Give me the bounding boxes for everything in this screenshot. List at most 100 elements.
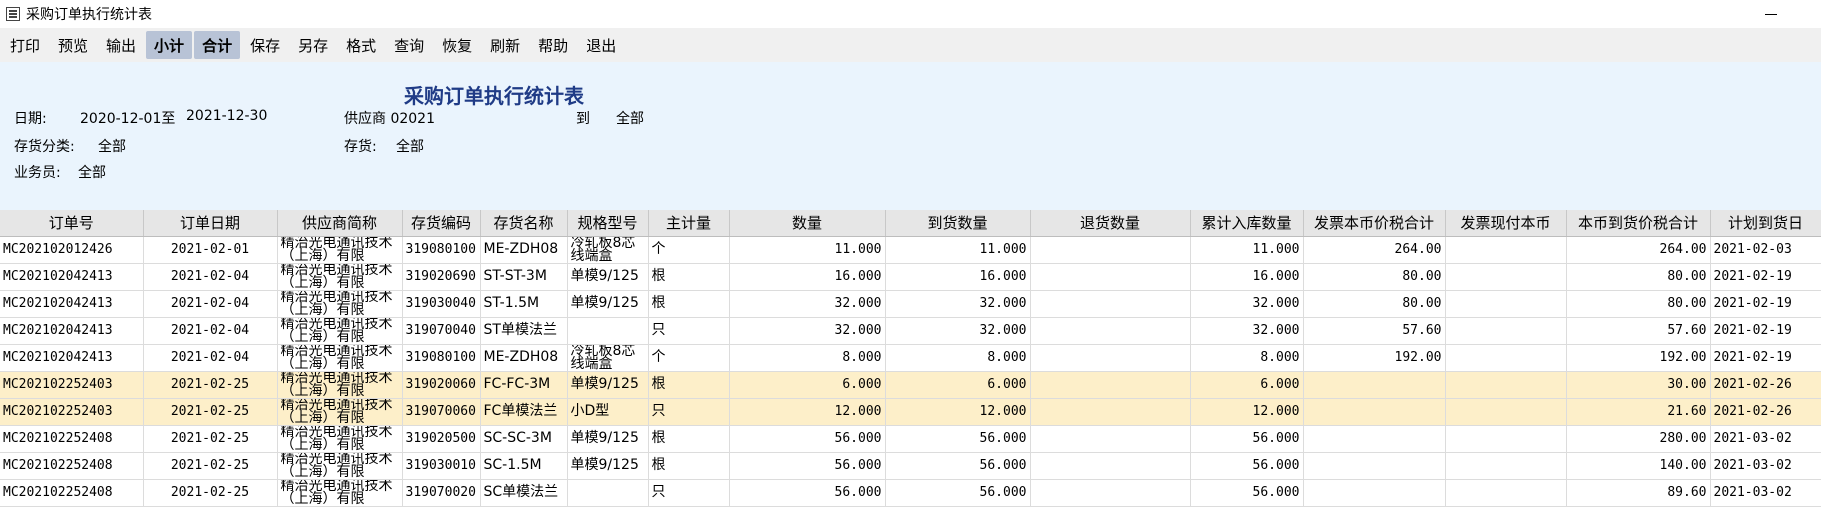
- cell-order-date: 2021-02-25: [143, 425, 278, 453]
- cell-quantity: 6.000: [729, 371, 886, 399]
- table-row[interactable]: MC202102042413 2021-02-04 精治光电通讯技术（上海）有限 31…: [0, 290, 1821, 318]
- minimize-button[interactable]: [1759, 4, 1783, 24]
- help-button[interactable]: 帮助: [530, 31, 576, 59]
- column-header-returned-qty[interactable]: 退货数量: [1030, 210, 1191, 237]
- cell-quantity: 8.000: [729, 344, 886, 372]
- table-row[interactable]: MC202102252408 2021-02-25 精治光电通讯技术（上海）有限 31…: [0, 479, 1821, 507]
- category-value: 全部: [98, 139, 126, 155]
- cell-spec: 小D型: [567, 398, 649, 426]
- report-icon: [6, 7, 20, 21]
- cell-returned-qty: [1030, 425, 1191, 453]
- column-header-cumulative-in-qty[interactable]: 累计入库数量: [1190, 210, 1304, 237]
- subtotal-button[interactable]: 小计: [146, 31, 193, 59]
- table-row[interactable]: MC202102252408 2021-02-25 精治光电通讯技术（上海）有限 31…: [0, 425, 1821, 453]
- cell-planned-date: 2021-02-26: [1710, 398, 1821, 426]
- table-row[interactable]: MC202102042413 2021-02-04 精治光电通讯技术（上海）有限 31…: [0, 317, 1821, 345]
- to-label: 到: [576, 111, 590, 127]
- column-header-inventory-name[interactable]: 存货名称: [480, 210, 568, 237]
- column-header-unit[interactable]: 主计量: [648, 210, 730, 237]
- cell-cumulative-in-qty: 8.000: [1190, 344, 1304, 372]
- toolbar: 打印 预览 输出 小计 合计 保存 另存 格式 查询 恢复 刷新 帮助 退出: [0, 28, 1821, 62]
- cell-inventory-code: 319070040: [402, 317, 481, 345]
- cell-order-date: 2021-02-04: [143, 344, 278, 372]
- cell-spec: 单模9/125: [567, 263, 649, 291]
- cell-supplier: 精治光电通讯技术（上海）有限: [277, 452, 403, 480]
- cell-quantity: 11.000: [729, 236, 886, 264]
- cell-supplier: 精治光电通讯技术（上海）有限: [277, 425, 403, 453]
- restore-button[interactable]: 恢复: [434, 31, 480, 59]
- total-button[interactable]: 合计: [194, 31, 241, 59]
- cell-arrived-qty: 32.000: [885, 317, 1031, 345]
- cell-unit: 只: [648, 398, 730, 426]
- exit-button[interactable]: 退出: [578, 31, 624, 59]
- export-button[interactable]: 输出: [98, 31, 144, 59]
- column-header-supplier[interactable]: 供应商简称: [277, 210, 403, 237]
- column-header-arrived-qty[interactable]: 到货数量: [885, 210, 1031, 237]
- cell-quantity: 56.000: [729, 425, 886, 453]
- cell-arrival-total: 89.60: [1566, 479, 1711, 507]
- cell-inventory-name: ST-1.5M: [480, 290, 568, 318]
- cell-invoice-cash: [1445, 425, 1567, 453]
- cell-arrived-qty: 8.000: [885, 344, 1031, 372]
- save-as-button[interactable]: 另存: [290, 31, 336, 59]
- column-header-arrival-total[interactable]: 本币到货价税合计: [1566, 210, 1711, 237]
- cell-spec: 单模9/125: [567, 425, 649, 453]
- date-to: 2021-12-30: [186, 108, 268, 124]
- cell-arrived-qty: 32.000: [885, 290, 1031, 318]
- cell-inventory-code: 319080100: [402, 344, 481, 372]
- cell-invoice-total: 80.00: [1303, 263, 1446, 291]
- cell-returned-qty: [1030, 236, 1191, 264]
- cell-arrival-total: 280.00: [1566, 425, 1711, 453]
- cell-unit: 根: [648, 371, 730, 399]
- cell-arrived-qty: 56.000: [885, 425, 1031, 453]
- cell-inventory-code: 319020690: [402, 263, 481, 291]
- cell-invoice-total: [1303, 479, 1446, 507]
- column-header-quantity[interactable]: 数量: [729, 210, 886, 237]
- table-row[interactable]: MC202102042413 2021-02-04 精治光电通讯技术（上海）有限 31…: [0, 344, 1821, 372]
- cell-invoice-cash: [1445, 263, 1567, 291]
- table-row[interactable]: MC202102252403 2021-02-25 精治光电通讯技术（上海）有限 31…: [0, 371, 1821, 399]
- table-row[interactable]: MC202102252403 2021-02-25 精治光电通讯技术（上海）有限 31…: [0, 398, 1821, 426]
- cell-order-no: MC202102252408: [0, 479, 144, 507]
- report-title: 采购订单执行统计表: [404, 84, 584, 108]
- cell-quantity: 16.000: [729, 263, 886, 291]
- cell-unit: 根: [648, 263, 730, 291]
- cell-supplier: 精治光电通讯技术（上海）有限: [277, 263, 403, 291]
- table-header-row: 订单号 订单日期 供应商简称 存货编码 存货名称 规格型号 主计量 数量 到货数量 退货数量 累计入…: [0, 210, 1821, 237]
- format-button[interactable]: 格式: [338, 31, 384, 59]
- column-header-order-date[interactable]: 订单日期: [143, 210, 278, 237]
- table-row[interactable]: MC202102252408 2021-02-25 精治光电通讯技术（上海）有限 31…: [0, 452, 1821, 480]
- column-header-inventory-code[interactable]: 存货编码: [402, 210, 481, 237]
- column-header-invoice-total[interactable]: 发票本币价税合计: [1303, 210, 1446, 237]
- cell-cumulative-in-qty: 16.000: [1190, 263, 1304, 291]
- cell-inventory-name: FC单模法兰: [480, 398, 568, 426]
- cell-invoice-cash: [1445, 317, 1567, 345]
- column-header-invoice-cash[interactable]: 发票现付本币: [1445, 210, 1567, 237]
- column-header-order-no[interactable]: 订单号: [0, 210, 144, 237]
- save-button[interactable]: 保存: [242, 31, 288, 59]
- cell-supplier: 精治光电通讯技术（上海）有限: [277, 290, 403, 318]
- cell-order-date: 2021-02-04: [143, 263, 278, 291]
- cell-planned-date: 2021-03-02: [1710, 479, 1821, 507]
- cell-arrival-total: 57.60: [1566, 317, 1711, 345]
- salesman-value: 全部: [78, 165, 106, 181]
- cell-unit: 根: [648, 452, 730, 480]
- cell-order-date: 2021-02-25: [143, 479, 278, 507]
- cell-planned-date: 2021-02-19: [1710, 317, 1821, 345]
- cell-quantity: 12.000: [729, 398, 886, 426]
- cell-supplier: 精治光电通讯技术（上海）有限: [277, 479, 403, 507]
- cell-inventory-name: ME-ZDH08: [480, 236, 568, 264]
- report-header: 采购订单执行统计表 日期: 2020-12-01至 2021-12-30 供应商…: [0, 62, 1821, 210]
- salesman-label: 业务员:: [14, 165, 61, 181]
- print-button[interactable]: 打印: [2, 31, 48, 59]
- column-header-planned-date[interactable]: 计划到货日: [1710, 210, 1821, 237]
- cell-returned-qty: [1030, 344, 1191, 372]
- cell-order-date: 2021-02-25: [143, 452, 278, 480]
- table-row[interactable]: MC202102042413 2021-02-04 精治光电通讯技术（上海）有限 31…: [0, 263, 1821, 291]
- preview-button[interactable]: 预览: [50, 31, 96, 59]
- cell-inventory-code: 319070020: [402, 479, 481, 507]
- query-button[interactable]: 查询: [386, 31, 432, 59]
- table-row[interactable]: MC202102012426 2021-02-01 精治光电通讯技术（上海）有限 31…: [0, 236, 1821, 264]
- refresh-button[interactable]: 刷新: [482, 31, 528, 59]
- column-header-spec[interactable]: 规格型号: [567, 210, 649, 237]
